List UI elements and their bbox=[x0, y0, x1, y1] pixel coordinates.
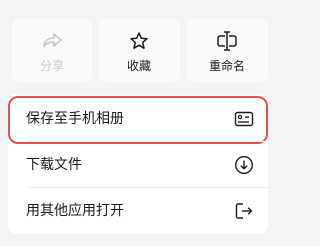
share-button[interactable]: 分享 bbox=[12, 18, 92, 82]
favorite-label: 收藏 bbox=[126, 59, 151, 73]
quick-actions-row: 分享 收藏 重命名 bbox=[0, 0, 278, 84]
open-external-icon bbox=[234, 201, 254, 221]
rename-label: 重命名 bbox=[208, 59, 245, 73]
menu-item-label: 用其他应用打开 bbox=[26, 203, 124, 219]
favorite-button[interactable]: 收藏 bbox=[98, 18, 180, 82]
download-circle-icon bbox=[234, 155, 254, 175]
menu-item-label: 下载文件 bbox=[26, 157, 82, 173]
share-icon bbox=[41, 30, 63, 52]
share-label: 分享 bbox=[39, 59, 64, 73]
menu-item-download-file[interactable]: 下载文件 bbox=[8, 142, 268, 188]
star-icon bbox=[129, 30, 149, 52]
file-actions-menu: 保存至手机相册 下载文件 用其他应用打开 bbox=[8, 94, 268, 234]
highlight-outline bbox=[8, 96, 268, 144]
rename-button[interactable]: 重命名 bbox=[186, 18, 268, 82]
menu-item-open-with-other-app[interactable]: 用其他应用打开 bbox=[8, 188, 268, 234]
rename-cursor-icon bbox=[216, 30, 238, 52]
